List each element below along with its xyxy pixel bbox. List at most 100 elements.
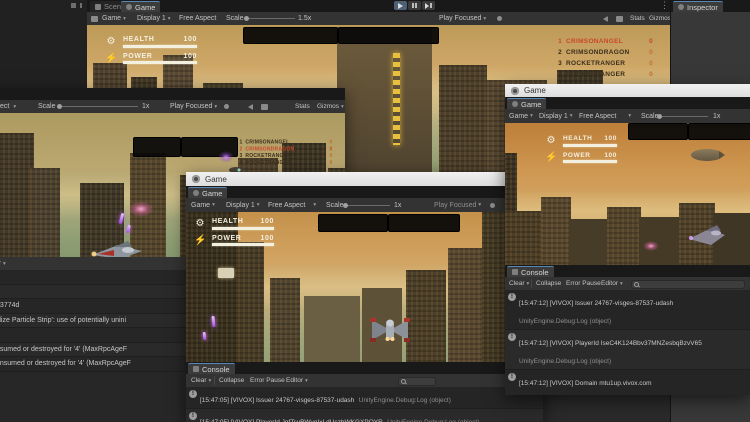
grid-toggle-icon[interactable] <box>261 104 268 110</box>
search-input[interactable] <box>631 280 745 289</box>
window-title: Game <box>205 175 227 184</box>
health-bar <box>123 45 197 48</box>
mute-audio-icon[interactable] <box>603 16 608 22</box>
leaderboard-a: 1 CRIMSONANGEL 0 2 CRIMSONDRAGON 0 3 ROC… <box>236 139 332 166</box>
power-value: 100 <box>184 53 197 60</box>
console-message: [15:47:05] [VIVOX] Issuer 24767-visges-8… <box>200 397 354 404</box>
leaderboard-score: 0 <box>641 60 653 67</box>
stats-button[interactable]: Stats <box>295 100 310 113</box>
panel-icon[interactable] <box>71 3 76 8</box>
leaderboard-rank: 2 <box>553 49 562 56</box>
console-list-d: [15:47:12] [VIVOX] Issuer 24767-visges-8… <box>505 290 750 395</box>
gizmos-dropdown[interactable]: Gizmos▾ <box>317 100 344 113</box>
scale-value: 1x <box>142 100 149 113</box>
search-icon <box>401 379 406 384</box>
neon-sign <box>393 53 400 145</box>
focus-indicator-icon[interactable] <box>224 104 229 109</box>
clear-button[interactable]: Clear▾ <box>191 374 211 387</box>
play-focused-dropdown[interactable]: Play Focused▾ <box>439 12 486 25</box>
blimp <box>691 149 723 161</box>
tab-console[interactable]: Console <box>507 266 554 277</box>
console-entry[interactable]: [15:47:12] [VIVOX] Issuer 24767-visges-8… <box>505 290 750 330</box>
game-menu-dropdown[interactable]: Game▾ <box>102 12 126 25</box>
console-entry[interactable]: [15:47:12] [VIVOX] Domain mtu1up.vivox.c… <box>505 370 750 395</box>
focus-indicator-icon[interactable] <box>490 203 495 208</box>
more-icon[interactable]: ⋮ <box>660 1 669 10</box>
display-dropdown[interactable]: Display 1▾ <box>226 198 260 212</box>
leaderboard-score: 0 <box>641 49 653 56</box>
health-label: HEALTH <box>123 36 154 43</box>
editor-dropdown[interactable]: Editor▾ <box>601 277 623 290</box>
tab-game[interactable]: Game <box>507 98 546 109</box>
ingame-banner <box>243 27 338 44</box>
focus-indicator-icon[interactable] <box>497 16 502 21</box>
leaderboard-name: ROCKETRANGER <box>245 160 323 165</box>
aspect-dropdown[interactable]: Free Aspect▾ <box>268 198 316 212</box>
editor-dropdown[interactable]: Editor▾ <box>0 257 6 270</box>
game-window-c: Game Game Game▾ Display 1▾ Free Aspect▾ … <box>186 172 543 422</box>
hud-c: ⚙ HEALTH100 ⚡ POWER100 <box>194 218 274 251</box>
editor-dropdown[interactable]: Editor▾ <box>286 374 308 387</box>
scale-slider[interactable] <box>58 106 138 107</box>
game-menu-dropdown[interactable]: Game▾ <box>509 109 533 123</box>
tab-game[interactable]: Game <box>121 1 160 12</box>
game-view-toolbar-a: Game▾ Display 1▾ Free Aspect▾ Scale 1x P… <box>0 100 345 114</box>
tab-game[interactable]: Game <box>188 187 227 198</box>
chevron-down-icon: ▾ <box>483 16 486 22</box>
slider-handle-icon[interactable] <box>244 16 249 21</box>
tab-console-label: Console <box>521 268 549 277</box>
collapse-button[interactable]: Collapse <box>536 277 561 290</box>
display-dropdown[interactable]: Display 1▾ <box>137 12 171 25</box>
leaderboard-rank: 3 <box>553 60 562 67</box>
window-titlebar[interactable]: Game <box>505 84 750 97</box>
clear-button[interactable]: Clear▾ <box>509 277 529 290</box>
grid-toggle-icon[interactable] <box>616 16 623 22</box>
power-icon: ⚡ <box>105 53 117 64</box>
game-menu-dropdown[interactable]: Game▾ <box>191 198 215 212</box>
pause-icon <box>412 3 414 8</box>
game-viewport-d[interactable]: ⚙ HEALTH100 ⚡ POWER100 <box>505 123 750 265</box>
slider-handle-icon[interactable] <box>657 114 662 119</box>
window-titlebar[interactable]: Game <box>186 172 543 186</box>
tab-inspector[interactable]: Inspector <box>673 1 723 12</box>
scale-label: Scale <box>226 12 244 25</box>
scale-slider[interactable] <box>658 116 708 117</box>
search-input[interactable] <box>398 377 436 386</box>
gear-icon: ⚙ <box>105 36 117 47</box>
tab-game-label: Game <box>521 100 541 109</box>
play-button[interactable] <box>394 1 407 10</box>
display-dropdown[interactable]: Display 1▾ <box>539 109 573 123</box>
console-tabrow: Console <box>186 362 543 374</box>
play-focused-dropdown[interactable]: Play Focused▾ <box>170 100 217 113</box>
mute-audio-icon[interactable] <box>248 104 253 110</box>
console-entry[interactable]: [15:47:05] [VIVOX] Issuer 24767-visges-8… <box>186 387 543 409</box>
error-pause-button[interactable]: Error Pause <box>250 374 285 387</box>
tab-console[interactable]: Console <box>188 363 235 374</box>
pause-icon-bar <box>415 3 417 8</box>
game-viewport-c[interactable]: ⚙ HEALTH100 ⚡ POWER100 <box>186 212 543 362</box>
divider <box>531 279 532 288</box>
power-value: 100 <box>261 235 274 242</box>
console-entry[interactable]: [15:47:12] [VIVOX] PlayerId IseC4K124Bbv… <box>505 330 750 370</box>
scale-slider[interactable] <box>344 205 390 206</box>
gizmos-dropdown[interactable]: Gizmos▾ <box>649 12 670 25</box>
slider-handle-icon[interactable] <box>343 203 348 208</box>
stats-button[interactable]: Stats <box>630 12 645 25</box>
step-icon <box>425 3 429 9</box>
slider-handle-icon[interactable] <box>57 104 62 109</box>
aspect-dropdown[interactable]: Free Aspect▾ <box>579 109 631 123</box>
console-entry[interactable]: [15:47:05] [VIVOX] PlayerId JgfTsvBWvqIx… <box>186 409 543 422</box>
aspect-dropdown[interactable]: Free Aspect▾ <box>0 100 16 113</box>
collapse-button[interactable]: Collapse <box>219 374 244 387</box>
scale-slider[interactable] <box>245 18 295 19</box>
building <box>304 296 360 362</box>
step-button[interactable] <box>422 1 435 10</box>
building <box>0 133 34 257</box>
leaderboard-name: CRIMSONDRAGON <box>245 147 323 152</box>
pause-button[interactable] <box>408 1 421 10</box>
player-ship-c <box>366 306 414 354</box>
leaderboard-row: 3 ROCKETRANGER 0 <box>236 153 332 160</box>
scale-label: Scale <box>641 109 659 123</box>
play-focused-dropdown[interactable]: Play Focused▾ <box>434 198 481 212</box>
error-pause-button[interactable]: Error Pause <box>566 277 601 290</box>
